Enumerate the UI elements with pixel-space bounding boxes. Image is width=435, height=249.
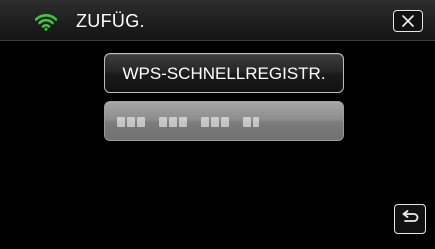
close-button[interactable] bbox=[393, 10, 423, 32]
wps-quick-registration-button[interactable]: WPS-SCHNELLREGISTR. bbox=[104, 53, 344, 93]
page-title: ZUFÜG. bbox=[76, 11, 145, 31]
return-arrow-icon bbox=[402, 210, 419, 222]
wifi-icon bbox=[34, 13, 58, 31]
camera-screen: ZUFÜG. WPS-SCHNELLREGISTR. bbox=[0, 0, 435, 249]
back-button[interactable] bbox=[394, 204, 426, 234]
close-icon bbox=[402, 15, 414, 27]
header-bar: ZUFÜG. bbox=[0, 0, 435, 41]
wps-button-label: WPS-SCHNELLREGISTR. bbox=[122, 64, 326, 83]
pin-registration-button[interactable] bbox=[104, 101, 344, 141]
